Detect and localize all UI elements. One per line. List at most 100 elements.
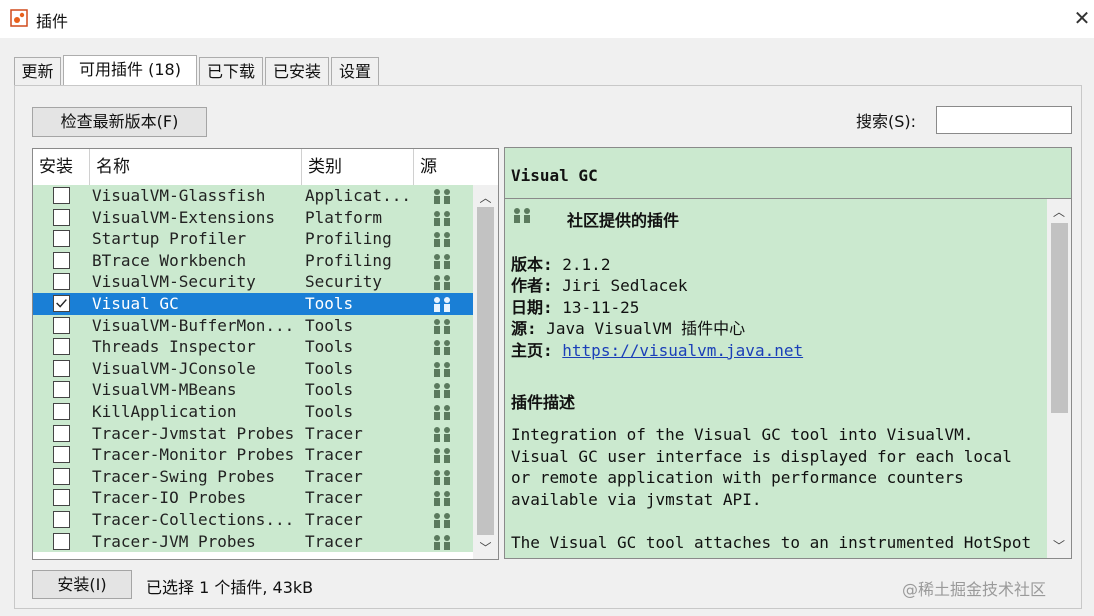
plugin-name: VisualVM-MBeans [92, 380, 237, 400]
install-checkbox[interactable] [53, 359, 70, 377]
table-row[interactable]: Tracer-Collections... Tracer [33, 509, 473, 531]
homepage-line: 主页: https://visualvm.java.net [511, 337, 803, 361]
plugin-name: BTrace Workbench [92, 250, 247, 270]
plugin-category: Security [305, 272, 383, 292]
install-checkbox[interactable] [53, 295, 70, 312]
table-row[interactable]: BTrace Workbench Profiling [33, 249, 473, 272]
check-updates-button[interactable]: 检查最新版本(F) [32, 107, 207, 137]
source-line: 源: Java VisualVM 插件中心 [511, 315, 745, 339]
table-row[interactable]: Tracer-Swing Probes Tracer [33, 465, 473, 488]
table-row[interactable]: Startup Profiler Profiling [33, 228, 473, 250]
install-checkbox[interactable] [53, 316, 70, 334]
install-checkbox[interactable] [53, 403, 70, 420]
community-source-icon [434, 469, 450, 485]
community-source-icon [434, 189, 450, 204]
plugin-category: Tracer [305, 466, 363, 486]
install-checkbox[interactable] [53, 338, 70, 356]
scroll-up-icon[interactable]: ︿ [473, 189, 498, 206]
community-source-icon [434, 340, 450, 356]
table-row[interactable]: Tracer-IO Probes Tracer [33, 487, 473, 509]
scroll-down-icon[interactable]: ﹀ [473, 539, 498, 556]
plugin-category: Tracer [305, 423, 363, 443]
community-source-icon [434, 534, 450, 550]
install-checkbox[interactable] [53, 381, 70, 399]
install-checkbox[interactable] [53, 208, 70, 226]
header-install[interactable]: 安装 [33, 149, 90, 185]
tab-updates[interactable]: 更新 [14, 57, 61, 85]
community-source-icon [434, 513, 450, 528]
community-source-icon [434, 210, 450, 226]
plugin-category: Profiling [305, 229, 392, 249]
table-row[interactable]: VisualVM-Extensions Platform [33, 206, 473, 229]
community-icon [514, 208, 530, 223]
install-checkbox[interactable] [53, 489, 70, 507]
plugin-category: Tools [305, 337, 354, 357]
description-line: available via jvmstat API. [511, 490, 762, 509]
tab-settings[interactable]: 设置 [331, 57, 379, 85]
plugin-category: Tracer [305, 488, 363, 508]
close-button[interactable]: ✕ [1070, 6, 1094, 30]
table-row[interactable]: VisualVM-JConsole Tools [33, 357, 473, 380]
scroll-down-icon[interactable]: ﹀ [1047, 537, 1071, 554]
table-row[interactable]: KillApplication Tools [33, 401, 473, 423]
scroll-thumb[interactable] [1051, 223, 1068, 413]
plugin-name: VisualVM-Glassfish [92, 186, 266, 205]
plugin-category: Profiling [305, 250, 392, 270]
scroll-thumb[interactable] [477, 207, 494, 535]
plugin-name: VisualVM-BufferMon... [92, 315, 295, 335]
table-row[interactable]: Tracer-Jvmstat Probes Tracer [33, 422, 473, 445]
table-row[interactable]: Tracer-JVM Probes Tracer [33, 530, 473, 553]
install-checkbox[interactable] [53, 251, 70, 269]
community-source-icon [434, 383, 450, 399]
header-source[interactable]: 源 [414, 149, 473, 185]
plugin-name: VisualVM-Security [92, 272, 256, 292]
tab-installed[interactable]: 已安装 [265, 57, 329, 85]
plugin-name: Tracer-Jvmstat Probes [92, 423, 295, 443]
install-checkbox[interactable] [53, 467, 70, 485]
install-checkbox[interactable] [53, 511, 70, 528]
detail-scrollbar[interactable]: ︿ ﹀ [1047, 199, 1071, 558]
plugin-name: Startup Profiler [92, 229, 247, 249]
table-row[interactable]: VisualVM-BufferMon... Tools [33, 314, 473, 337]
scroll-up-icon[interactable]: ︿ [1047, 203, 1071, 220]
tab-available-plugins[interactable]: 可用插件 (18) [63, 55, 197, 86]
description-line: Visual GC user interface is displayed fo… [511, 447, 1012, 466]
install-checkbox[interactable] [53, 230, 70, 248]
plugin-name: Tracer-Monitor Probes [92, 445, 295, 465]
install-button[interactable]: 安装(I) [32, 570, 132, 599]
community-source-icon [434, 491, 450, 507]
community-source-icon [434, 232, 450, 248]
table-scrollbar[interactable]: ︿ ﹀ [473, 185, 498, 559]
tab-downloaded[interactable]: 已下载 [199, 57, 263, 85]
homepage-link[interactable]: https://visualvm.java.net [562, 341, 803, 360]
plugin-category: Tools [305, 402, 354, 421]
detail-title: Visual GC [511, 166, 598, 185]
plugin-category: Tools [305, 315, 354, 335]
table-row[interactable]: VisualVM-Security Security [33, 271, 473, 293]
app-icon [10, 9, 28, 27]
table-row[interactable]: Threads Inspector Tools [33, 336, 473, 358]
plugin-name: KillApplication [92, 402, 237, 421]
install-checkbox[interactable] [53, 424, 70, 442]
description-line: The Visual GC tool attaches to an instru… [511, 533, 1032, 552]
table-row[interactable]: Tracer-Monitor Probes Tracer [33, 444, 473, 466]
table-row[interactable]: VisualVM-Glassfish Applicat... [33, 185, 473, 207]
description-line: Integration of the Visual GC tool into V… [511, 425, 974, 444]
table-row[interactable]: Visual GC Tools [33, 293, 473, 315]
table-header: 安装 名称 类别 源 [33, 149, 473, 186]
install-checkbox[interactable] [53, 187, 70, 204]
table-row[interactable]: VisualVM-MBeans Tools [33, 379, 473, 401]
install-checkbox[interactable] [53, 532, 70, 550]
header-category[interactable]: 类别 [302, 149, 414, 185]
search-input[interactable] [936, 106, 1072, 134]
install-checkbox[interactable] [53, 446, 70, 464]
plugin-category: Tracer [305, 510, 363, 529]
community-source-icon [434, 361, 450, 377]
header-name[interactable]: 名称 [90, 149, 302, 185]
community-source-icon [434, 253, 450, 269]
plugin-name: Threads Inspector [92, 337, 256, 357]
author-label: 作者: [511, 276, 553, 295]
install-checkbox[interactable] [53, 273, 70, 291]
plugin-name: Visual GC [92, 294, 179, 313]
plugin-name: VisualVM-Extensions [92, 207, 276, 227]
